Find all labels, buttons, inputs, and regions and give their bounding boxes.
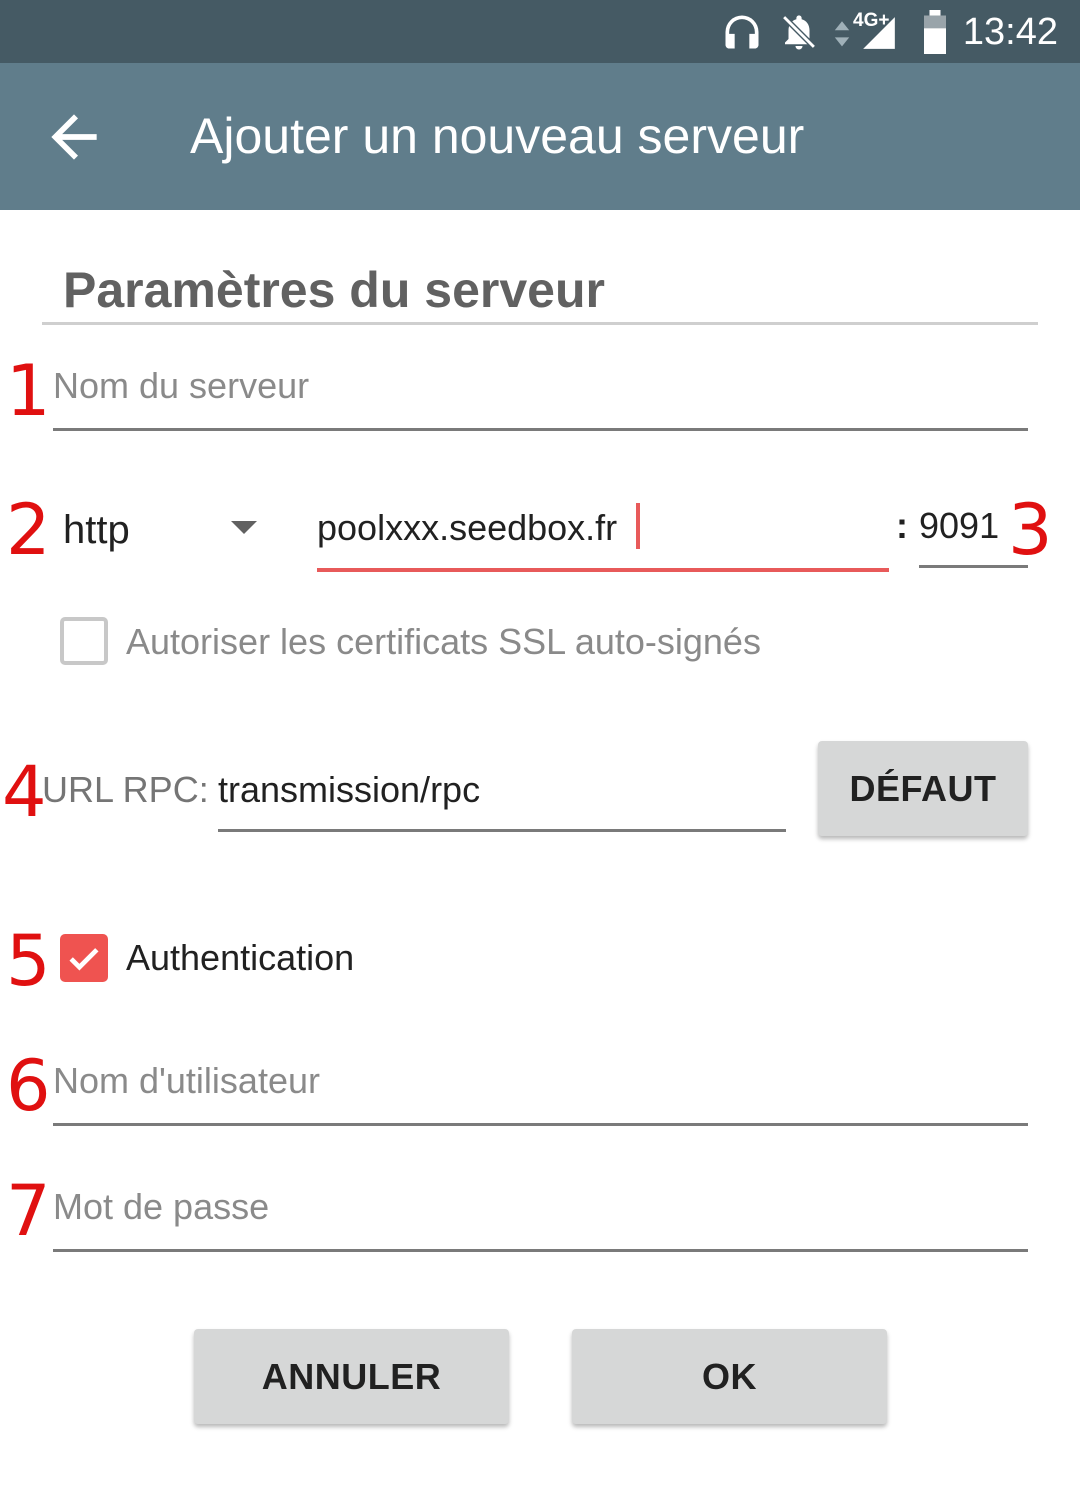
auth-checkbox-label[interactable]: Authentication [126, 936, 354, 980]
status-bar: 4G+ 13:42 [0, 0, 1080, 63]
rpc-url-input-value[interactable]: transmission/rpc [218, 768, 480, 812]
server-name-underline [53, 428, 1028, 431]
password-field[interactable] [53, 1186, 1028, 1252]
port-underline [919, 565, 1028, 568]
checkmark-icon [69, 948, 99, 971]
arrow-back-icon[interactable] [40, 103, 108, 171]
data-arrows-icon [834, 21, 850, 47]
headphones-icon [725, 15, 759, 49]
text-cursor [636, 503, 640, 549]
host-field[interactable]: poolxxx.seedbox.fr [317, 500, 889, 572]
section-title: Paramètres du serveur [63, 262, 605, 318]
ok-button[interactable]: OK [572, 1329, 887, 1424]
server-name-field[interactable] [53, 365, 1028, 431]
ssl-checkbox-label[interactable]: Autoriser les certificats SSL auto-signé… [126, 620, 761, 664]
annotation-marker-4: 4 [2, 751, 47, 833]
port-field[interactable]: 9091 [919, 500, 1028, 568]
server-name-input[interactable] [53, 365, 1028, 407]
default-rpc-button[interactable]: DÉFAUT [818, 741, 1028, 836]
auth-checkbox[interactable] [60, 934, 108, 982]
notifications-off-icon [781, 14, 817, 50]
protocol-dropdown[interactable]: http [63, 500, 273, 560]
host-input-value[interactable]: poolxxx.seedbox.fr [317, 506, 617, 550]
protocol-selected-value: http [63, 508, 130, 552]
app-bar: Ajouter un nouveau serveur [0, 63, 1080, 210]
password-underline [53, 1249, 1028, 1252]
battery-icon [924, 10, 946, 54]
section-divider [42, 322, 1038, 325]
cancel-button[interactable]: ANNULER [194, 1329, 509, 1424]
annotation-marker-1: 1 [6, 350, 51, 432]
host-underline-focused [317, 568, 889, 572]
username-field[interactable] [53, 1060, 1028, 1126]
rpc-url-field[interactable]: transmission/rpc [218, 762, 786, 832]
annotation-marker-7: 7 [6, 1170, 51, 1252]
password-input[interactable] [53, 1186, 1028, 1228]
rpc-url-label: URL RPC: [42, 769, 209, 810]
dropdown-arrow-icon [231, 521, 257, 534]
ssl-checkbox[interactable] [60, 617, 108, 665]
username-input[interactable] [53, 1060, 1028, 1102]
annotation-marker-5: 5 [6, 920, 51, 1002]
annotation-marker-6: 6 [6, 1045, 51, 1127]
port-separator: : [896, 505, 908, 546]
signal-icon [863, 17, 895, 49]
annotation-marker-2: 2 [6, 489, 51, 571]
port-input-value[interactable]: 9091 [919, 504, 999, 548]
page-title: Ajouter un nouveau serveur [190, 108, 805, 164]
clock: 13:42 [962, 11, 1058, 53]
rpc-url-underline [218, 829, 786, 832]
username-underline [53, 1123, 1028, 1126]
